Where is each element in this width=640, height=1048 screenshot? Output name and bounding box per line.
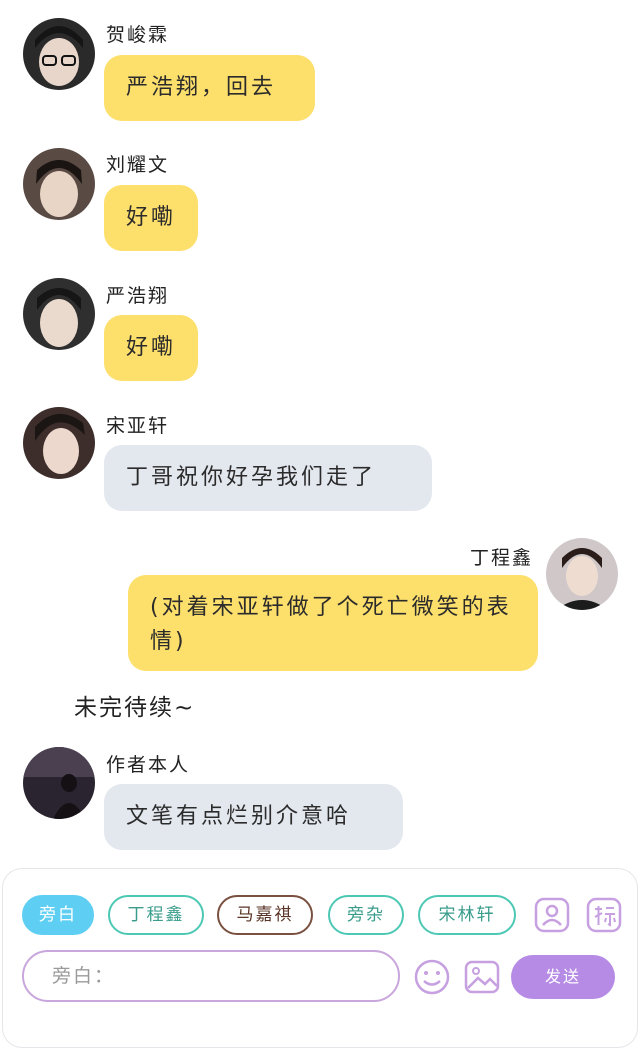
- message-input[interactable]: 旁白：: [22, 950, 400, 1002]
- sender-name: 作者本人: [106, 754, 191, 776]
- send-button[interactable]: 发送: [511, 955, 615, 999]
- narration-text: 未完待续~: [74, 695, 196, 721]
- emoji-icon[interactable]: [413, 958, 451, 1000]
- avatar[interactable]: [23, 747, 95, 819]
- avatar[interactable]: [23, 18, 95, 90]
- role-chip[interactable]: 宋林轩: [418, 895, 516, 935]
- role-chip[interactable]: 马嘉祺: [217, 895, 313, 935]
- sender-name: 宋亚轩: [106, 415, 170, 437]
- role-chip[interactable]: 旁杂: [328, 895, 404, 935]
- message-bubble: 文笔有点烂别介意哈: [104, 784, 403, 850]
- message-bubble: (对着宋亚轩做了个死亡微笑的表情): [128, 575, 538, 671]
- avatar[interactable]: [23, 407, 95, 479]
- sender-name: 刘耀文: [106, 154, 170, 176]
- message-bubble: 好嘞: [104, 185, 198, 251]
- message-bubble: 严浩翔，回去: [104, 55, 315, 121]
- role-chip-narrator[interactable]: 旁白: [22, 895, 94, 935]
- avatar[interactable]: [546, 538, 618, 610]
- avatar[interactable]: [23, 148, 95, 220]
- tag-icon[interactable]: [586, 897, 622, 937]
- contact-card-icon[interactable]: [534, 897, 570, 937]
- message-bubble: 丁哥祝你好孕我们走了: [104, 445, 432, 511]
- message-bubble: 好嘞: [104, 315, 198, 381]
- image-icon[interactable]: [463, 958, 501, 1000]
- sender-name: 贺峻霖: [106, 24, 170, 46]
- sender-name: 严浩翔: [106, 285, 170, 307]
- sender-name: 丁程鑫: [470, 547, 534, 569]
- role-chip[interactable]: 丁程鑫: [108, 895, 204, 935]
- avatar[interactable]: [23, 278, 95, 350]
